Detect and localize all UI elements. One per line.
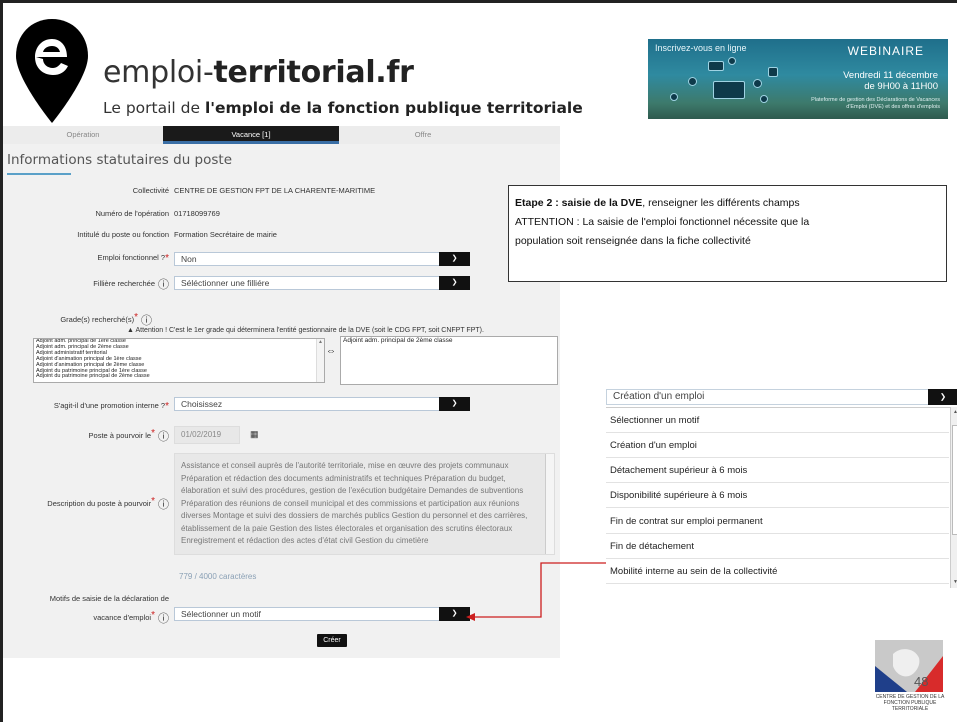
required-marker: * <box>165 253 169 264</box>
bubble-icon <box>760 95 768 103</box>
chevron-down-icon[interactable]: ❯ <box>928 389 957 405</box>
note-line1: Etape 2 : saisie de la DVE, renseigner l… <box>515 197 800 209</box>
grade-list-scrollbar[interactable]: ▲ <box>316 339 324 382</box>
device-icon <box>768 67 778 77</box>
grade-label: Grade(s) recherché(s)* ⓘ <box>60 312 152 328</box>
note-line2: ATTENTION : La saisie de l'emploi foncti… <box>515 216 810 228</box>
emploi-fonctionnel-label: Emploi fonctionnel ?* <box>97 253 169 264</box>
cdg-emblem-icon <box>875 640 943 692</box>
dropdown-option[interactable]: Fin de détachement <box>606 534 949 559</box>
site-tagline: Le portail de l'emploi de la fonction pu… <box>103 99 583 117</box>
operation-value: 01718099769 <box>174 209 220 218</box>
list-item[interactable]: Adjoint du patrimoine principal de 2ème … <box>34 374 324 380</box>
motifs-label-line2: vacance d'emploi* ⓘ <box>93 610 169 626</box>
motif-dropdown-list: Sélectionner un motif Création d'un empl… <box>606 407 957 588</box>
operation-label: Numéro de l'opération <box>95 209 169 218</box>
grade-selected-list[interactable]: Adjoint adm. principal de 2ème classe <box>340 336 558 385</box>
required-marker: * <box>134 312 138 323</box>
grade-warning: ▲ Attention ! C'est le 1er grade qui dét… <box>127 327 484 334</box>
seal-text: CENTRE DE GESTION DE LA FONCTION PUBLIQU… <box>875 694 945 712</box>
motifs-select[interactable]: Sélectionner un motif ❯ <box>174 607 470 621</box>
tab-operation[interactable]: Opération <box>33 126 133 144</box>
scroll-down-icon[interactable]: ▼ <box>951 579 957 585</box>
site-title: emploi-territorial.fr <box>103 55 414 90</box>
chevron-down-icon[interactable]: ❯ <box>439 276 470 290</box>
info-icon[interactable]: ⓘ <box>158 496 169 512</box>
list-item[interactable]: Adjoint adm. principal de 2ème classe <box>341 337 557 345</box>
collectivite-label: Collectivité <box>132 186 169 195</box>
laptop-icon <box>708 61 724 71</box>
motifs-label-line1: Motifs de saisie de la déclaration de <box>49 594 169 603</box>
required-marker: * <box>151 610 155 621</box>
banner-date: Vendredi 11 décembre de 9H00 à 11H00 <box>843 70 938 92</box>
seal-number: 48 <box>914 674 929 689</box>
slide: emploi-territorial.fr Le portail de l'em… <box>0 0 957 722</box>
chevron-down-icon[interactable]: ❯ <box>439 607 470 621</box>
dropdown-scrollbar[interactable]: ▲ ▼ <box>950 407 957 588</box>
poste-label: Poste à pourvoir le* ⓘ <box>88 428 169 444</box>
instruction-note: Etape 2 : saisie de la DVE, renseigner l… <box>508 185 947 282</box>
cdg-seal-logo: 48 CENTRE DE GESTION DE LA FONCTION PUBL… <box>871 636 947 722</box>
poste-date-input[interactable]: 01/02/2019 <box>174 426 240 444</box>
required-marker: * <box>165 401 169 412</box>
info-icon[interactable]: ⓘ <box>158 276 169 292</box>
collectivite-value: CENTRE DE GESTION FPT DE LA CHARENTE-MAR… <box>174 186 376 195</box>
tab-vacance[interactable]: Vacance [1] <box>163 126 339 144</box>
chevron-down-icon[interactable]: ❯ <box>439 252 470 266</box>
intitule-value: Formation Secrétaire de mairie <box>174 230 277 239</box>
calendar-icon[interactable]: ▦ <box>250 429 259 440</box>
form-tabs: Opération Vacance [1] Offre <box>3 126 560 144</box>
required-marker: * <box>151 428 155 439</box>
note-line3: population soit renseignée dans la fiche… <box>515 235 751 247</box>
promotion-select[interactable]: Choisissez ❯ <box>174 397 470 411</box>
description-textarea[interactable]: Assistance et conseil auprès de l'autori… <box>174 453 555 555</box>
char-counter: 779 / 4000 caractères <box>179 572 257 581</box>
dve-form-screenshot: Opération Vacance [1] Offre Informations… <box>3 126 560 658</box>
webinar-banner[interactable]: Inscrivez-vous en ligne WEBINAIRE Vendre… <box>648 39 948 119</box>
scroll-thumb[interactable] <box>952 425 957 535</box>
create-button[interactable]: Créer <box>317 634 347 647</box>
filiere-select[interactable]: Séléctionner une filliére ❯ <box>174 276 470 290</box>
chevron-down-icon[interactable]: ❯ <box>439 397 470 411</box>
dropdown-option[interactable]: Création d'un emploi <box>606 433 949 458</box>
required-marker: * <box>151 496 155 507</box>
bubble-icon <box>670 93 678 101</box>
dropdown-option[interactable]: Mobilité interne au sein de la collectiv… <box>606 559 949 584</box>
motif-dropdown-select[interactable]: Création d'un emploi ❯ <box>606 389 957 405</box>
transfer-arrows-icon[interactable]: ⇔ <box>326 347 336 357</box>
tab-offre[interactable]: Offre <box>373 126 473 144</box>
textarea-scrollbar[interactable] <box>545 454 554 554</box>
warning-icon: ▲ <box>127 327 134 334</box>
emploi-fonctionnel-select[interactable]: Non ❯ <box>174 252 470 266</box>
banner-signup-text: Inscrivez-vous en ligne <box>655 43 747 53</box>
description-label: Description du poste à pourvoir* ⓘ <box>47 496 169 512</box>
bubble-icon <box>688 77 697 86</box>
bubble-icon <box>728 57 736 65</box>
info-icon[interactable]: ⓘ <box>158 428 169 444</box>
grade-options-list[interactable]: Adjoint adm. principal de 1ère classe Ad… <box>33 338 325 383</box>
dropdown-option[interactable]: Fin de contrat sur emploi permanent <box>606 509 949 534</box>
dropdown-option[interactable]: Disponibilité supérieure à 6 mois <box>606 483 949 508</box>
scroll-up-icon[interactable]: ▲ <box>951 409 957 415</box>
info-icon[interactable]: ⓘ <box>158 610 169 626</box>
screen-icon <box>713 81 745 99</box>
dropdown-option[interactable]: Détachement supérieur à 6 mois <box>606 458 949 483</box>
intitule-label: Intitulé du poste ou fonction <box>77 230 169 239</box>
emploi-territorial-logo-icon <box>16 19 88 123</box>
info-icon[interactable]: ⓘ <box>141 312 152 328</box>
promotion-label: S'agit-il d'une promotion interne ?* <box>53 401 169 412</box>
section-title: Informations statutaires du poste <box>7 152 232 168</box>
section-underline <box>7 173 71 175</box>
banner-description: Plateforme de gestion des Déclarations d… <box>811 97 940 110</box>
banner-title: WEBINAIRE <box>847 44 924 58</box>
bubble-icon <box>753 79 762 88</box>
dropdown-option[interactable]: Sélectionner un motif <box>606 408 949 433</box>
filiere-label: Fillière recherchée ⓘ <box>93 276 169 292</box>
